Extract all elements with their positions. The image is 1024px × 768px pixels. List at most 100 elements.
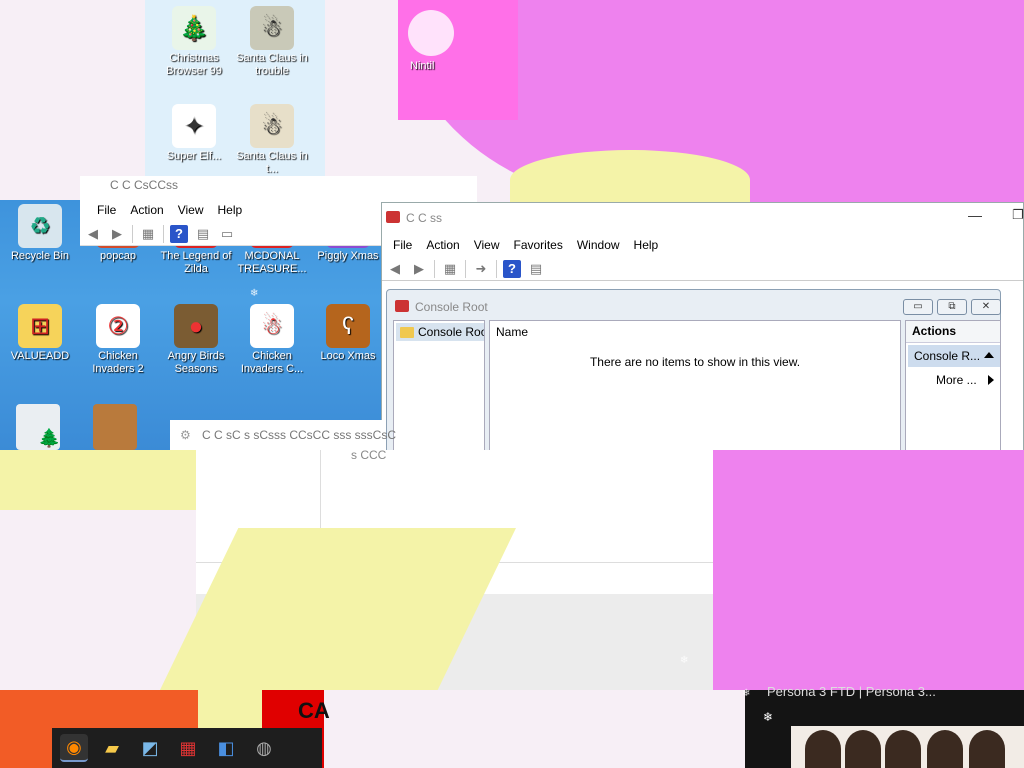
menu-help[interactable]: Help [211,200,250,222]
desktop-icon-loco-xmas[interactable]: ʕ Loco Xmas [310,304,386,363]
folder-icon [400,326,414,338]
christmas-tree-icon: 🎄 [172,6,216,50]
window-titlebar-small[interactable]: C C CsCCss [80,176,477,202]
yellow-overlay-arch [510,150,750,210]
actions-more-item[interactable]: More ... [936,373,977,387]
desktop-icon-shortcut[interactable]: 🌲 [16,404,60,450]
taskbar: ◉ ▰ ◩ ▦ ◧ ◍ [52,728,322,768]
snowflake-icon: ● [600,395,607,406]
submenu-arrow-icon [988,375,994,385]
toolbar-separator [132,224,133,243]
maximize-icon[interactable]: ❐ [1012,207,1024,223]
menu-window[interactable]: Window [570,235,627,255]
minimize-icon[interactable]: — [968,207,982,223]
network-icon[interactable]: ◧ [212,734,240,762]
empty-list-message: There are no items to show in this view. [589,355,801,369]
faded-desktop-label: Nintil [410,60,435,72]
console-close-button[interactable]: ✕ [971,299,1001,315]
tree-item-console-root[interactable]: Console Root [396,323,484,341]
video-title: Persona 3 FTD | Persona 3... [767,684,936,699]
mmc-menubar: File Action View Favorites Window Help [382,235,1023,255]
elf-icon: ✦ [172,104,216,148]
snowman-icon: ☃ [250,304,294,348]
snowflake-icon: ● [580,215,587,226]
toolbar-separator [465,259,466,278]
pane-divider [320,450,321,530]
window-title: C C sC s sCsss CCsCC sss sssCsC [202,428,396,442]
desktop-icon-super-elf[interactable]: ✦ Super Elf... [156,104,232,174]
column-header-name[interactable]: Name [496,325,528,339]
bear-icon: ʕ [326,304,370,348]
file-explorer-icon[interactable]: ▰ [98,734,126,762]
snowflake-icon: ❄ [250,288,259,299]
app-icon[interactable]: ◍ [250,734,278,762]
show-hide-tree-icon[interactable]: ▦ [441,260,459,278]
console-restore-button[interactable]: ⧉ [937,299,967,315]
menu-file[interactable]: File [90,200,123,222]
santa-icon: ☃ [250,6,294,50]
actions-console-root-section[interactable]: Console R... [908,345,1000,367]
mmc-titlebar[interactable]: C C ss — ❐ [382,203,1024,233]
desktop-icon-angry-birds[interactable]: ● Angry Birds Seasons [158,304,234,376]
computer-icon[interactable]: ▭ [218,225,236,243]
menu-view[interactable]: View [171,200,211,222]
help-icon[interactable]: ? [170,224,188,243]
snowflake-icon: ❄ [763,710,774,724]
forward-arrow-icon[interactable]: ▶ [108,225,126,243]
menu-action[interactable]: Action [123,200,170,222]
notepad-icon[interactable]: ◩ [136,734,164,762]
collapse-icon [984,352,994,358]
tree-item-label: Console Root [418,325,484,339]
console-icon [395,300,409,312]
christmas-tree-icon: 🌲 [38,428,61,448]
video-thumbnail[interactable]: Persona 3 FTD | Persona 3... ❄ [745,684,1024,768]
recycle-bin-icon: ♻ [18,204,62,248]
santa-icon: ☃ [250,104,294,148]
export-list-icon[interactable]: ➜ [472,260,490,278]
menu-help[interactable]: Help [627,235,666,255]
show-hide-tree-icon[interactable]: ▦ [139,225,157,243]
actions-pane: Actions Console R... More ... [905,320,1001,454]
help-icon[interactable]: ? [503,259,521,278]
toolbar-separator [163,224,164,243]
snowflake-icon: ❄ [742,688,751,699]
desktop-icon-christmas-browser[interactable]: 🎄 Christmas Browser 99 [156,6,232,78]
menu-view[interactable]: View [467,235,507,255]
desktop-icon-santa-2[interactable]: ☃ Santa Claus in t... [234,104,310,174]
firefox-icon[interactable]: ◉ [60,734,88,762]
toolbar-separator [496,259,497,278]
toolbar-separator [434,259,435,278]
forward-arrow-icon[interactable]: ▶ [410,260,428,278]
console-tree-pane: Console Root [393,320,485,454]
window-titlebar-third[interactable]: ⚙ C C sC s sCsss CCsCC sss sssCsC [170,420,396,450]
pink-overlay-corner: Nintil [398,0,518,120]
mmc-window: C C ss — ❐ File Action View Favorites Wi… [381,202,1024,454]
window-title: C C CsCCss [110,178,178,192]
desktop-icon-santa[interactable]: ☃ Santa Claus in trouble [234,6,310,78]
yellow-overlay-bar [0,450,198,510]
console-minimize-button[interactable]: ▭ [903,299,933,315]
properties-icon[interactable]: ▤ [194,225,212,243]
desktop-icon-chicken-invaders-c[interactable]: ☃ Chicken Invaders C... [234,304,310,376]
chicken-icon: ② [96,304,140,348]
pink-overlay-right [713,450,1024,690]
menu-favorites[interactable]: Favorites [507,235,570,255]
menubar-small: File Action View Help [80,200,382,222]
windows-folder-icon: ⊞ [18,304,62,348]
mmc-toolbar: ◀ ▶ ▦ ➜ ? ▤ [382,257,1023,281]
desktop-icon-recycle-bin[interactable]: ♻ Recycle Bin [2,204,78,263]
console-title: Console Root [415,300,488,314]
console-root-window: Console Root ▭ ⧉ ✕ Console Root Name The… [386,289,1001,454]
action-pane-icon[interactable]: ▤ [527,260,545,278]
toolbox-icon[interactable]: ▦ [174,734,202,762]
desktop-icon-valueadd[interactable]: ⊞ VALUEADD [2,304,78,363]
back-arrow-icon[interactable]: ◀ [386,260,404,278]
desktop-icon-chicken-invaders-2[interactable]: ② Chicken Invaders 2 [80,304,156,376]
menu-action[interactable]: Action [419,235,466,255]
desktop-icon-game[interactable] [93,404,137,450]
toolbar-small: ◀ ▶ ▦ ? ▤ ▭ [80,222,382,246]
snowflake-icon: ❄ [680,655,689,666]
back-arrow-icon[interactable]: ◀ [84,225,102,243]
menu-file[interactable]: File [386,235,419,255]
mmc-title-text: C C ss [406,211,442,225]
